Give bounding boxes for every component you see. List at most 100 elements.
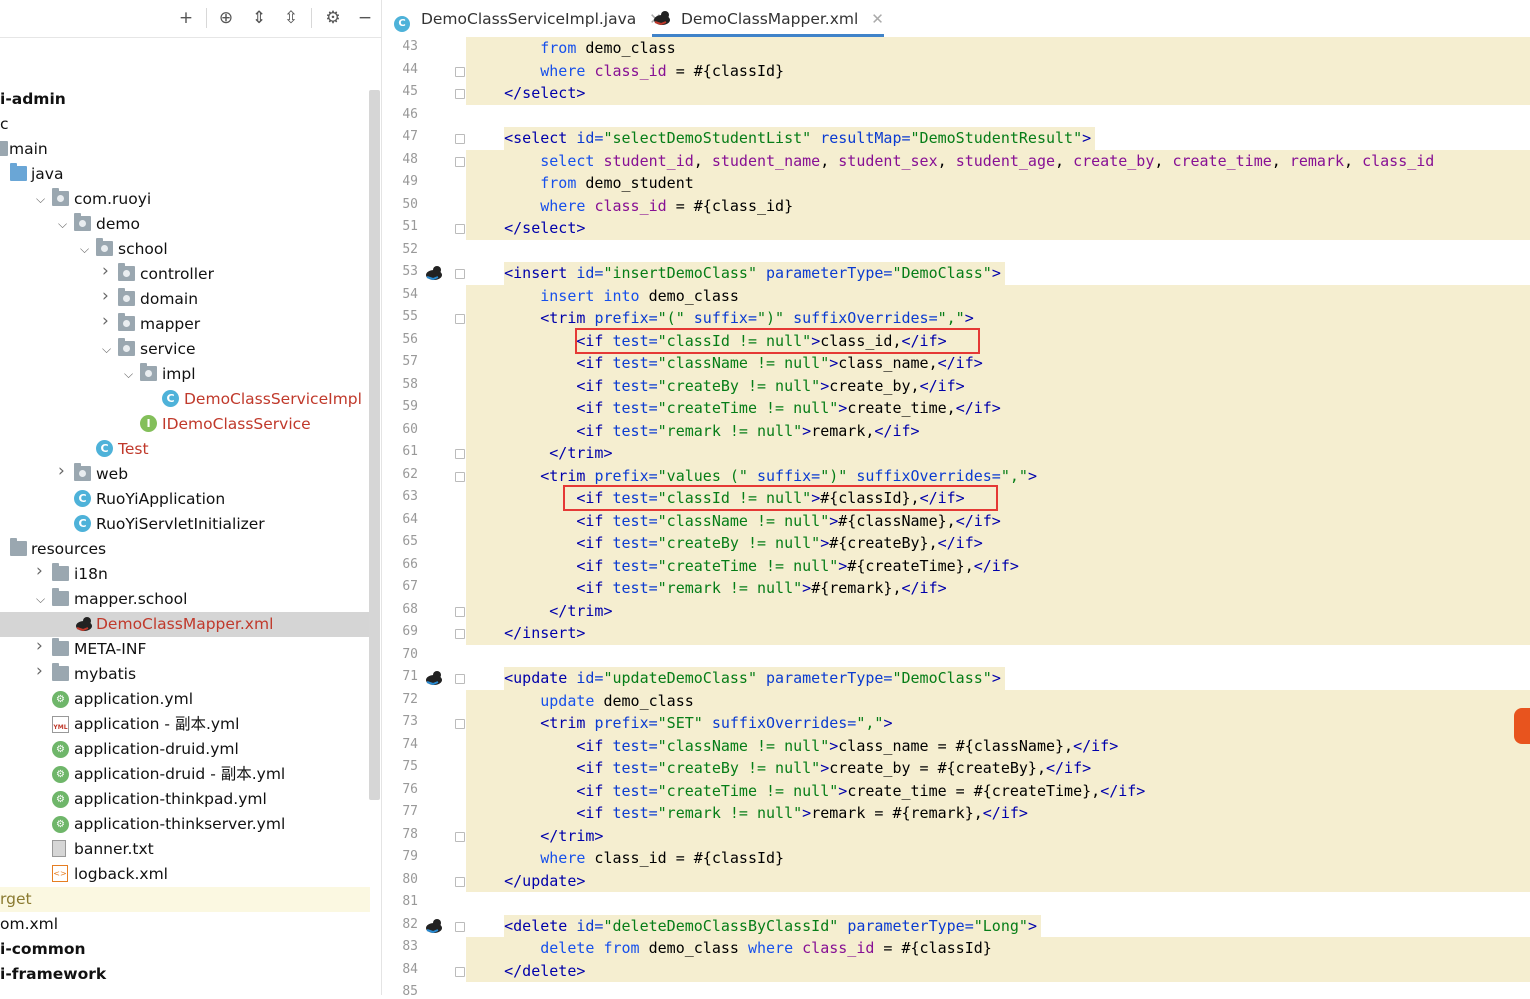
tree-item[interactable]: DemoClassMapper.xml	[0, 612, 370, 637]
fold-marker-icon[interactable]	[455, 629, 465, 639]
code-line: from demo_class	[540, 39, 676, 57]
tree-item[interactable]: ⌵ service	[0, 337, 370, 362]
tree-item[interactable]: java	[0, 162, 370, 187]
tree-item[interactable]: banner.txt	[0, 837, 370, 862]
chevron-down-icon[interactable]: ⌵	[102, 340, 114, 358]
tree-item[interactable]: ⌵ demo	[0, 212, 370, 237]
tree-item[interactable]: ⌵ com.ruoyi	[0, 187, 370, 212]
locate-icon[interactable]: ⊕	[216, 8, 236, 28]
fold-marker-icon[interactable]	[455, 674, 465, 684]
expand-all-icon[interactable]: ⇕	[249, 8, 269, 28]
chevron-right-icon[interactable]: ›	[102, 312, 114, 330]
code-line: where class_id = #{classId}	[540, 61, 785, 80]
tree-item[interactable]: › i18n	[0, 562, 370, 587]
fold-marker-icon[interactable]	[455, 89, 465, 99]
project-scrollbar[interactable]	[369, 90, 380, 800]
tree-item[interactable]: i-common	[0, 937, 370, 962]
tree-item[interactable]: ⚙ application-thinkpad.yml	[0, 787, 370, 812]
tree-item[interactable]: main	[0, 137, 370, 162]
code-editor[interactable]: from demo_class where class_id = #{class…	[466, 37, 1530, 995]
chevron-right-icon[interactable]: ›	[36, 662, 48, 680]
tree-item[interactable]: c	[0, 112, 370, 137]
collapse-all-icon[interactable]: ⇳	[281, 8, 301, 28]
fold-marker-icon[interactable]	[455, 269, 465, 279]
tree-item[interactable]: C Test	[0, 437, 370, 462]
interface-icon: I	[140, 415, 157, 432]
tree-item[interactable]: ⌵ impl	[0, 362, 370, 387]
code-line: where class_id = #{classId}	[540, 849, 785, 867]
chevron-down-icon[interactable]: ⌵	[124, 365, 136, 383]
tree-item[interactable]: <> logback.xml	[0, 862, 370, 887]
sogou-input-icon[interactable]	[1514, 708, 1530, 744]
chevron-down-icon[interactable]: ⌵	[80, 240, 92, 258]
fold-marker-icon[interactable]	[455, 314, 465, 324]
fold-marker-icon[interactable]	[455, 921, 465, 932]
mybatis-navigate-icon[interactable]	[424, 265, 444, 281]
chevron-right-icon[interactable]: ›	[36, 637, 48, 655]
fold-marker-icon[interactable]	[455, 831, 465, 842]
fold-marker-icon[interactable]	[455, 66, 465, 77]
tree-item[interactable]: I IDemoClassService	[0, 412, 370, 437]
tree-item[interactable]: C RuoYiServletInitializer	[0, 512, 370, 537]
tree-item[interactable]: › mybatis	[0, 662, 370, 687]
tree-item[interactable]: › web	[0, 462, 370, 487]
mybatis-navigate-icon[interactable]	[424, 918, 444, 934]
gear-icon[interactable]: ⚙	[323, 8, 343, 28]
tree-item[interactable]: resources	[0, 537, 370, 562]
tree-item[interactable]: › mapper	[0, 312, 370, 337]
fold-marker-icon[interactable]	[455, 134, 465, 144]
line-number: 51	[402, 219, 418, 234]
tree-item[interactable]: i-admin	[0, 87, 370, 112]
tree-item[interactable]: om.xml	[0, 912, 370, 937]
fold-marker-icon[interactable]	[455, 876, 465, 887]
tree-item[interactable]: ⚙ application.yml	[0, 687, 370, 712]
line-number: 49	[402, 174, 418, 189]
tree-item[interactable]: i-framework	[0, 962, 370, 987]
tree-item[interactable]: ⚙ application-druid - 副本.yml	[0, 762, 370, 787]
fold-marker-icon[interactable]	[455, 719, 465, 729]
code-line: </select>	[504, 219, 586, 237]
tree-item[interactable]: › domain	[0, 287, 370, 312]
tab-democlassserviceimpl[interactable]: C DemoClassServiceImpl.java ✕	[394, 0, 662, 36]
fold-marker-icon[interactable]	[455, 606, 465, 617]
line-number: 59	[402, 399, 418, 414]
tree-item[interactable]: ⌵ mapper.school	[0, 587, 370, 612]
tree-item[interactable]: C RuoYiApplication	[0, 487, 370, 512]
tree-item[interactable]: ⌵ school	[0, 237, 370, 262]
fold-marker-icon[interactable]	[455, 156, 465, 167]
line-number: 83	[402, 939, 418, 954]
tab-democlassmapper[interactable]: DemoClassMapper.xml ✕	[652, 0, 884, 37]
chevron-down-icon[interactable]: ⌵	[36, 590, 48, 608]
mybatis-icon	[76, 617, 92, 632]
fold-marker-icon[interactable]	[455, 471, 465, 482]
code-line: </trim>	[549, 601, 613, 620]
chevron-right-icon[interactable]: ›	[102, 287, 114, 305]
chevron-right-icon[interactable]: ›	[36, 562, 48, 580]
tree-item[interactable]: YML application - 副本.yml	[0, 712, 370, 737]
tree-item-label: application-druid.yml	[74, 740, 239, 758]
chevron-down-icon[interactable]: ⌵	[36, 190, 48, 208]
chevron-right-icon[interactable]: ›	[58, 462, 70, 480]
tree-item[interactable]: ⚙ application-druid.yml	[0, 737, 370, 762]
tree-item[interactable]: C DemoClassServiceImpl	[0, 387, 370, 412]
chevron-down-icon[interactable]: ⌵	[58, 215, 70, 233]
tree-item[interactable]: rget	[0, 887, 370, 912]
fold-marker-icon[interactable]	[455, 224, 465, 234]
code-line: <if test="createTime != null">create_tim…	[576, 399, 1001, 417]
add-icon[interactable]: +	[176, 8, 196, 28]
mybatis-navigate-icon[interactable]	[424, 670, 444, 686]
fold-marker-icon[interactable]	[455, 449, 465, 459]
close-icon[interactable]: ✕	[871, 10, 884, 28]
xml-file-icon: <>	[52, 865, 68, 882]
code-line: <if test="createTime != null">#{createTi…	[576, 556, 1019, 575]
chevron-right-icon[interactable]: ›	[102, 262, 114, 280]
tree-item[interactable]: › META-INF	[0, 637, 370, 662]
tree-item-label: RuoYiApplication	[96, 490, 226, 508]
line-number: 44	[402, 61, 418, 77]
line-number: 43	[402, 39, 418, 54]
tree-item[interactable]: ⚙ application-thinkserver.yml	[0, 812, 370, 837]
minimize-icon[interactable]: −	[355, 8, 375, 28]
tree-item[interactable]: › controller	[0, 262, 370, 287]
code-line: <trim prefix="SET" suffixOverrides=",">	[540, 714, 893, 732]
fold-marker-icon[interactable]	[455, 966, 465, 977]
